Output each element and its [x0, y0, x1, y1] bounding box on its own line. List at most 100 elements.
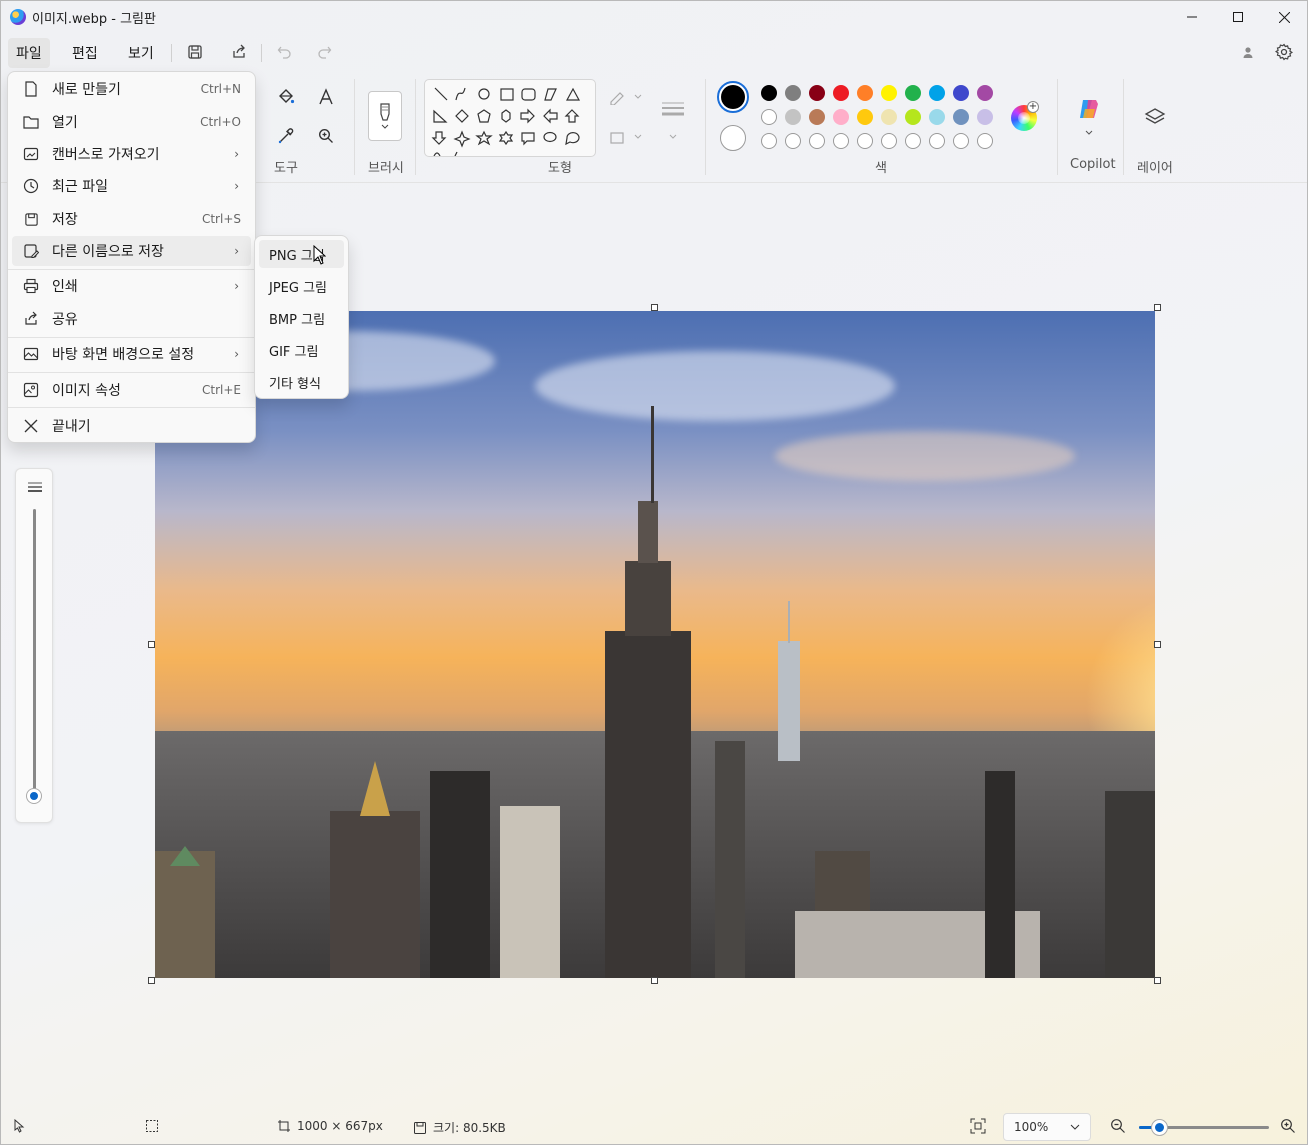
color-picker-icon[interactable]	[272, 122, 300, 150]
palette-color-swatch[interactable]	[761, 85, 777, 101]
palette-color-swatch[interactable]	[977, 109, 993, 125]
palette-color-swatch[interactable]	[833, 85, 849, 101]
resize-handle[interactable]	[1154, 641, 1161, 648]
resize-handle[interactable]	[1154, 304, 1161, 311]
palette-color-swatch[interactable]	[809, 109, 825, 125]
fill-style-icon[interactable]	[605, 123, 645, 151]
fit-to-window-icon[interactable]	[970, 1118, 986, 1134]
shapes-grid-icon[interactable]	[425, 80, 596, 157]
save-as-jpeg[interactable]: JPEG 그림	[259, 272, 344, 300]
resize-handle[interactable]	[148, 641, 155, 648]
palette-color-swatch[interactable]	[929, 85, 945, 101]
building	[500, 806, 560, 978]
menu-edit[interactable]: 편집	[64, 38, 106, 68]
chevron-down-icon[interactable]	[1075, 119, 1103, 147]
fill-bucket-icon[interactable]	[272, 83, 300, 111]
custom-color-slot[interactable]	[857, 133, 873, 149]
size-lines-icon[interactable]	[659, 95, 687, 123]
custom-color-slot[interactable]	[833, 133, 849, 149]
palette-color-swatch[interactable]	[785, 85, 801, 101]
secondary-color-swatch[interactable]	[720, 125, 746, 151]
palette-color-swatch[interactable]	[785, 109, 801, 125]
palette-color-swatch[interactable]	[857, 109, 873, 125]
close-window-button[interactable]	[1261, 1, 1307, 33]
menu-file[interactable]: 파일	[8, 38, 50, 68]
custom-color-slot[interactable]	[905, 133, 921, 149]
palette-color-swatch[interactable]	[929, 109, 945, 125]
zoom-slider-thumb[interactable]	[1152, 1120, 1167, 1135]
building	[155, 851, 215, 978]
menu-divider	[8, 372, 255, 373]
brush-button[interactable]	[368, 91, 402, 141]
menu-item-save-as[interactable]: 다른 이름으로 저장 ›	[12, 236, 251, 266]
outline-style-icon[interactable]	[605, 83, 645, 111]
brush-size-track[interactable]	[33, 509, 36, 799]
menu-item-open[interactable]: 열기 Ctrl+O	[12, 107, 251, 137]
primary-color-swatch[interactable]	[717, 81, 749, 113]
resize-handle[interactable]	[1154, 977, 1161, 984]
image-canvas[interactable]	[155, 311, 1155, 978]
save-as-bmp[interactable]: BMP 그림	[259, 304, 344, 332]
resize-handle[interactable]	[148, 977, 155, 984]
save-as-png[interactable]: PNG 그림	[259, 240, 344, 268]
save-icon	[22, 210, 40, 228]
menu-item-set-desktop-background[interactable]: 바탕 화면 배경으로 설정 ›	[12, 339, 251, 369]
save-as-gif[interactable]: GIF 그림	[259, 336, 344, 364]
menu-item-exit[interactable]: 끝내기	[12, 411, 251, 441]
palette-color-swatch[interactable]	[953, 109, 969, 125]
palette-color-swatch[interactable]	[833, 109, 849, 125]
resize-handle[interactable]	[651, 977, 658, 984]
custom-color-slot[interactable]	[929, 133, 945, 149]
palette-color-swatch[interactable]	[809, 85, 825, 101]
custom-color-slot[interactable]	[953, 133, 969, 149]
save-as-other-format[interactable]: 기타 형식	[259, 368, 344, 396]
chevron-down-icon[interactable]	[659, 123, 687, 151]
palette-color-swatch[interactable]	[881, 109, 897, 125]
palette-color-swatch[interactable]	[977, 85, 993, 101]
palette-color-swatch[interactable]	[905, 109, 921, 125]
layers-icon[interactable]	[1141, 103, 1169, 131]
zoom-out-icon[interactable]	[1110, 1118, 1126, 1134]
menu-view[interactable]: 보기	[120, 38, 162, 68]
shapes-group-label: 도형	[548, 161, 572, 176]
magnifier-icon[interactable]	[312, 122, 340, 150]
tools-group-label: 도구	[274, 161, 298, 176]
palette-color-swatch[interactable]	[857, 85, 873, 101]
menu-divider	[261, 44, 262, 62]
paint-window: 이미지.webp - 그림판 파일 편집 보기 도구 브러시 도형 + 색 Co…	[0, 0, 1308, 1145]
menu-item-print[interactable]: 인쇄 ›	[12, 271, 251, 301]
zoom-in-icon[interactable]	[1280, 1118, 1296, 1134]
palette-color-swatch[interactable]	[905, 85, 921, 101]
custom-color-slot[interactable]	[881, 133, 897, 149]
save-icon[interactable]	[182, 40, 208, 64]
menu-item-shortcut: Ctrl+N	[200, 82, 241, 96]
settings-gear-icon[interactable]	[1271, 40, 1297, 64]
resize-handle[interactable]	[651, 304, 658, 311]
new-file-icon	[22, 80, 40, 98]
palette-color-swatch[interactable]	[881, 85, 897, 101]
brush-size-thumb[interactable]	[27, 789, 41, 803]
menu-item-save[interactable]: 저장 Ctrl+S	[12, 204, 251, 234]
folder-icon	[22, 113, 40, 131]
menu-item-image-properties[interactable]: 이미지 속성 Ctrl+E	[12, 375, 251, 405]
custom-color-slot[interactable]	[761, 133, 777, 149]
brush-icon	[380, 103, 390, 121]
palette-color-swatch[interactable]	[953, 85, 969, 101]
menu-item-import-to-canvas[interactable]: 캔버스로 가져오기 ›	[12, 139, 251, 169]
undo-icon[interactable]	[272, 40, 298, 64]
minimize-button[interactable]	[1169, 1, 1215, 33]
share-icon[interactable]	[226, 40, 252, 64]
palette-color-swatch[interactable]	[761, 109, 777, 125]
menu-item-recent[interactable]: 최근 파일 ›	[12, 171, 251, 201]
text-tool-icon[interactable]	[312, 83, 340, 111]
maximize-button[interactable]	[1215, 1, 1261, 33]
menu-item-new[interactable]: 새로 만들기 Ctrl+N	[12, 74, 251, 104]
custom-color-slot[interactable]	[785, 133, 801, 149]
custom-color-slot[interactable]	[977, 133, 993, 149]
redo-icon[interactable]	[311, 40, 337, 64]
status-bar: 1000 × 667px 크기: 80.5KB 100%	[1, 1109, 1307, 1144]
zoom-dropdown[interactable]: 100%	[1003, 1113, 1091, 1141]
account-icon[interactable]	[1235, 40, 1261, 64]
menu-item-share[interactable]: 공유	[12, 304, 251, 334]
custom-color-slot[interactable]	[809, 133, 825, 149]
